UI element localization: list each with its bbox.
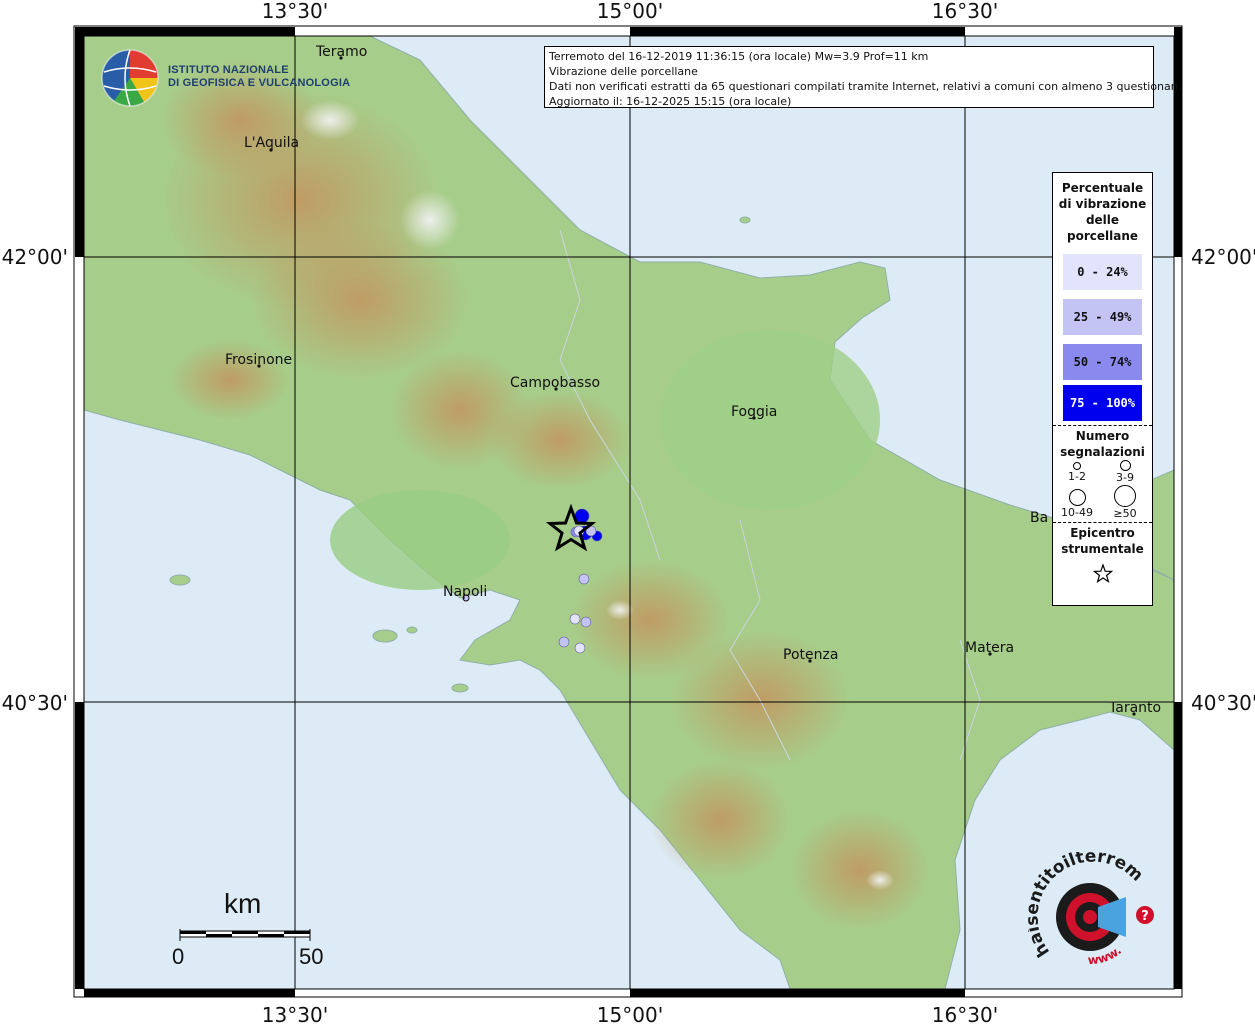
legend-separator-2	[1053, 522, 1152, 523]
legend-title-line3: delle	[1085, 213, 1120, 227]
map-legend: Percentuale di vibrazione delle porcella…	[1052, 172, 1153, 606]
city-label-laquila: L'Aquila	[244, 135, 299, 151]
legend-count-label-10-49: 10-49	[1061, 506, 1093, 519]
circle-small-icon	[1073, 462, 1081, 470]
legend-swatch-0-24: 0 - 24%	[1063, 254, 1142, 290]
left-lat-label-2: 40°30'	[2, 691, 68, 715]
city-label-frosinone: Frosinone	[225, 352, 292, 368]
legend-swatch-50-74: 50 - 74%	[1063, 344, 1142, 380]
legend-count-title-line1: Numero	[1075, 429, 1130, 443]
legend-count-label-3-9: 3-9	[1116, 471, 1134, 484]
legend-title-line1: Percentuale	[1061, 181, 1144, 195]
circle-xlarge-icon	[1114, 485, 1136, 507]
city-label-napoli: Napoli	[443, 584, 487, 600]
survey-point	[578, 573, 590, 585]
legend-epicenter-title-line1: Epicentro	[1070, 526, 1135, 540]
top-lon-label-3: 16°30'	[932, 0, 998, 23]
legend-swatch-25-49: 25 - 49%	[1063, 299, 1142, 335]
survey-point	[558, 636, 570, 648]
event-info-line3: Dati non verificati estratti da 65 quest…	[549, 80, 1182, 93]
city-label-campobasso: Campobasso	[510, 375, 600, 391]
top-lon-label-1: 13°30'	[262, 0, 328, 23]
bottom-lon-label-3: 16°30'	[932, 1003, 998, 1024]
survey-point	[580, 616, 592, 628]
city-label-matera: Matera	[965, 640, 1014, 656]
right-lat-label-1: 42°00'	[1191, 245, 1255, 269]
event-info-box: Terremoto del 16-12-2019 11:36:15 (ora l…	[544, 46, 1182, 108]
legend-title: Percentuale di vibrazione delle porcella…	[1053, 180, 1152, 244]
city-label-foggia: Foggia	[731, 404, 777, 420]
event-info-line2: Vibrazione delle porcellane	[549, 65, 698, 78]
legend-title-line4: porcellane	[1066, 229, 1138, 243]
bottom-lon-label-1: 13°30'	[262, 1003, 328, 1024]
survey-point	[569, 613, 581, 625]
left-lat-label-1: 42°00'	[2, 245, 68, 269]
legend-count-3-9: 3-9	[1105, 460, 1145, 484]
ingv-logo-icon	[101, 49, 159, 107]
legend-epicenter-title: Epicentro strumentale	[1053, 525, 1152, 557]
event-info-line1: Terremoto del 16-12-2019 11:36:15 (ora l…	[549, 50, 929, 63]
haisentito-logo-icon: ? haisentitoilterremoto.it www.	[1028, 852, 1154, 967]
bottom-lon-label-2: 15°00'	[597, 1003, 663, 1024]
right-lat-label-2: 40°30'	[1191, 691, 1255, 715]
star-icon	[1092, 563, 1113, 584]
legend-count-1-2: 1-2	[1057, 462, 1097, 483]
city-label-teramo: Teramo	[315, 44, 367, 60]
legend-count-50plus: ≥50	[1105, 485, 1145, 520]
scale-unit-label: km	[224, 888, 262, 919]
legend-count-title-line2: segnalazioni	[1060, 445, 1145, 459]
city-label-potenza: Potenza	[783, 647, 838, 663]
svg-text:?: ?	[1141, 909, 1149, 924]
ingv-name-line1: ISTITUTO NAZIONALE	[168, 64, 289, 76]
legend-swatch-75-100: 75 - 100%	[1063, 385, 1142, 421]
legend-count-label-1-2: 1-2	[1068, 470, 1086, 483]
city-label-bari: Ba	[1030, 510, 1048, 526]
city-label-taranto: Taranto	[1108, 700, 1161, 716]
legend-count-grid: 1-2 3-9 10-49 ≥50	[1053, 460, 1152, 522]
ingv-name: ISTITUTO NAZIONALE DI GEOFISICA E VULCAN…	[168, 64, 350, 90]
survey-point	[574, 642, 586, 654]
scale-max-label: 50	[299, 944, 324, 969]
legend-count-label-50plus: ≥50	[1113, 507, 1137, 520]
circle-medium-icon	[1119, 460, 1131, 471]
legend-count-title: Numero segnalazioni	[1053, 428, 1152, 460]
legend-separator	[1053, 425, 1152, 426]
event-info-line4: Aggiornato il: 16-12-2025 15:15 (ora loc…	[549, 95, 792, 108]
legend-title-line2: di vibrazione	[1058, 197, 1147, 211]
legend-count-10-49: 10-49	[1057, 489, 1097, 519]
scale-min-label: 0	[172, 944, 185, 969]
ingv-name-line2: DI GEOFISICA E VULCANOLOGIA	[168, 77, 351, 89]
circle-large-icon	[1068, 489, 1086, 506]
legend-epicenter-title-line2: strumentale	[1061, 542, 1144, 556]
top-lon-label-2: 15°00'	[597, 0, 663, 23]
